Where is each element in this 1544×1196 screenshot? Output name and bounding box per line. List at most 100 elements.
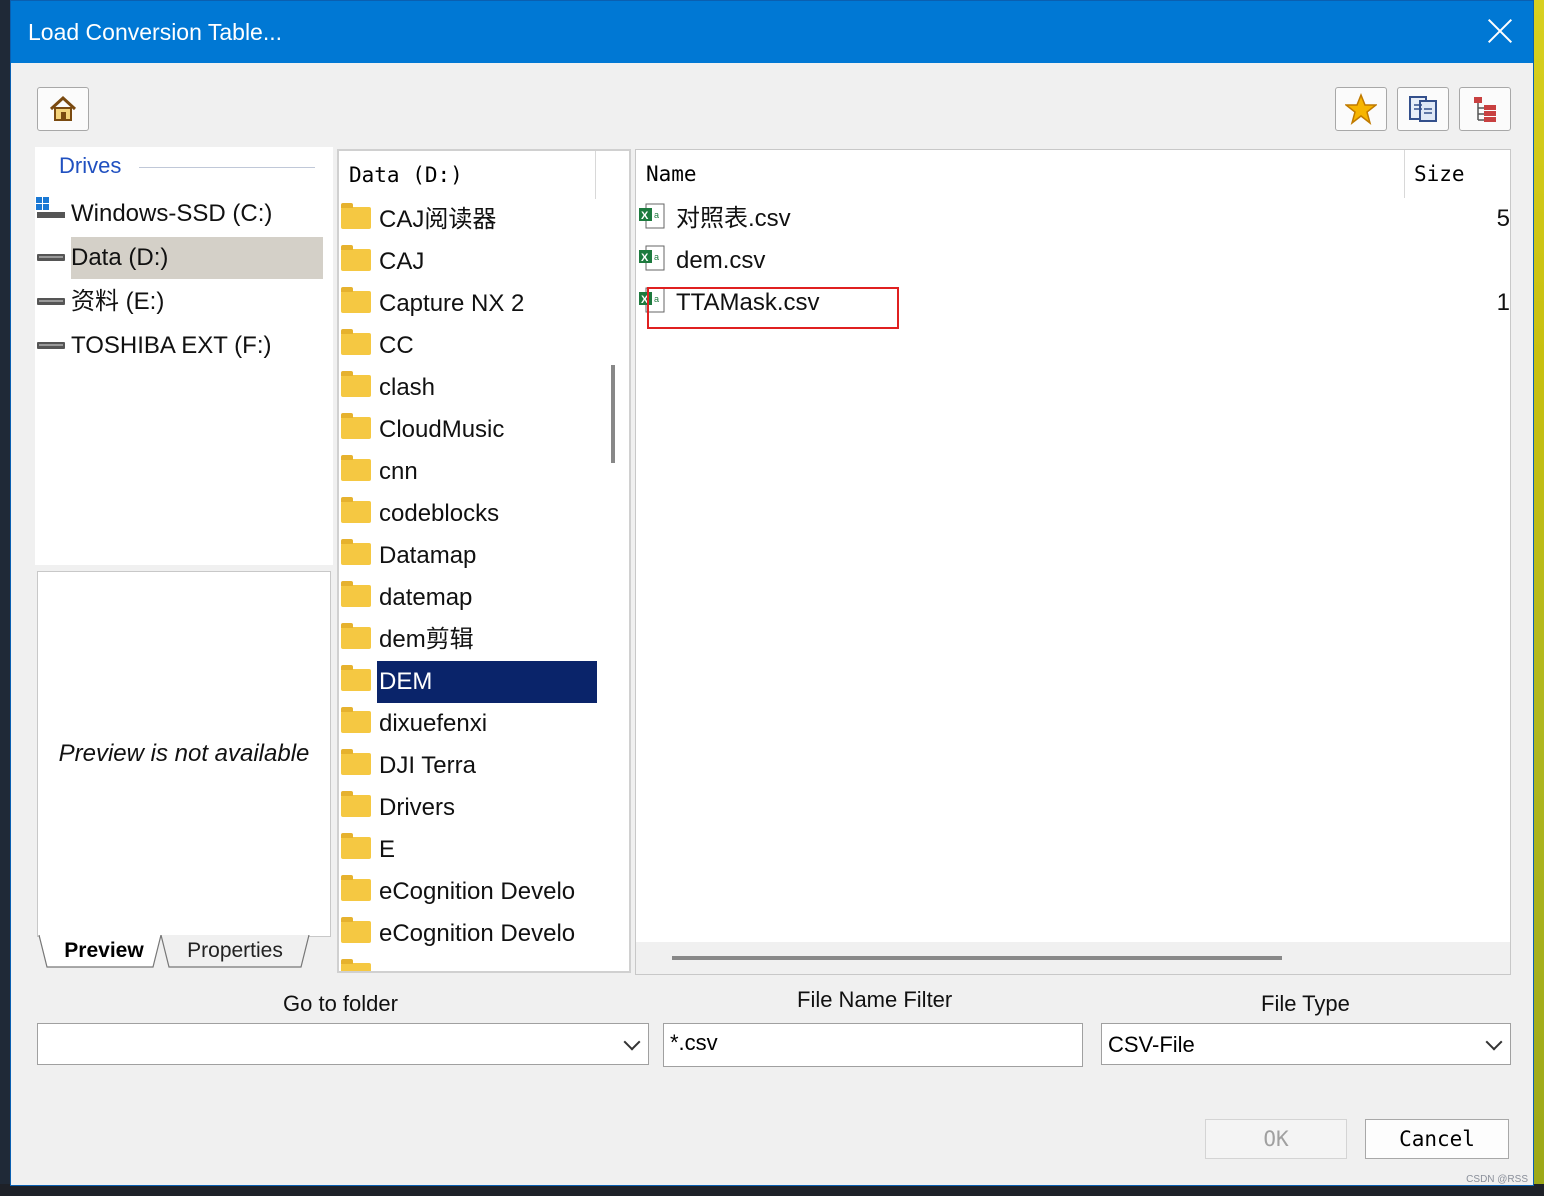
folder-icon [341,371,371,397]
folder-icon [341,959,371,971]
go-to-folder-combo[interactable] [37,1023,649,1065]
file-size: 5 [1496,205,1510,232]
folder-icon [341,413,371,439]
folder-item[interactable]: dixuefenxi [339,703,597,745]
tab-preview[interactable]: Preview [45,935,163,969]
folder-item[interactable]: dem剪辑 [339,619,597,661]
column-name[interactable]: Name [646,162,697,186]
file-name-filter-value: *.csv [670,1030,718,1055]
folder-label: datemap [379,584,473,611]
file-name-filter-label: File Name Filter [797,987,953,1012]
preview-area: Preview is not available [37,571,331,937]
folder-item[interactable]: eCognition Develo [339,871,597,913]
folder-icon [341,833,371,859]
folder-icon [341,707,371,733]
folder-item[interactable]: Capture NX 2 [339,283,597,325]
folder-item[interactable]: datemap [339,577,597,619]
files-panel: Name Size X a 对照表.csv 5 X a dem.csv X a … [635,149,1511,975]
file-item[interactable]: X a 对照表.csv 5 [636,198,1510,240]
drives-header: Drives [59,153,122,178]
folder-item[interactable]: DJI Terra [339,745,597,787]
star-icon [1345,93,1377,125]
ok-button[interactable]: OK [1205,1119,1347,1159]
folder-label: eCognition Develo [379,878,576,905]
drive-label: TOSHIBA EXT (F:) [71,332,272,359]
folder-icon [341,665,371,691]
drive-label: 资料 (E:) [71,288,165,315]
folder-item[interactable]: CC [339,325,597,367]
folders-panel: Data (D:) CAJ阅读器 CAJ Capture NX 2 CC cla… [337,149,631,973]
drive-icon [37,254,65,261]
folder-icon [341,287,371,313]
file-item[interactable]: X a dem.csv [636,240,1510,282]
windows-drive-icon [36,197,65,218]
folder-icon [341,539,371,565]
preview-panel: Preview is not available Preview Propert… [35,569,333,969]
folder-item[interactable]: Datamap [339,535,597,577]
drive-item-d[interactable]: Data (D:) [35,237,333,279]
folder-item[interactable]: clash [339,367,597,409]
go-to-folder-label: Go to folder [283,991,398,1016]
folder-icon [341,791,371,817]
folder-icon [341,749,371,775]
file-name: 对照表.csv [676,205,791,232]
favorites-button[interactable] [1335,87,1387,131]
folder-item-selected[interactable]: DEM [339,661,597,703]
folder-icon [341,581,371,607]
folder-item[interactable]: CloudMusic [339,409,597,451]
svg-text:a: a [654,252,659,262]
svg-text:X: X [641,210,649,222]
folder-icon [341,329,371,355]
home-button[interactable] [37,87,89,131]
drive-item-e[interactable]: 资料 (E:) [35,281,333,323]
column-size[interactable]: Size [1414,162,1465,186]
folder-item[interactable]: eCognition Develo [339,913,597,955]
tree-view-button[interactable] [1459,87,1511,131]
folder-icon [341,497,371,523]
watermark: CSDN @RSS [1466,1174,1528,1185]
file-type-value: CSV-File [1108,1032,1195,1057]
sync-button[interactable] [1397,87,1449,131]
folder-label: CloudMusic [379,416,505,443]
folder-label: Datamap [379,542,477,569]
drive-label: Windows-SSD (C:) [71,200,273,227]
folder-item[interactable]: Drivers [339,787,597,829]
folder-item[interactable]: codeblocks [339,493,597,535]
folder-item[interactable]: E [339,829,597,871]
folder-item-partial[interactable] [339,955,597,971]
folders-header: Data (D:) [349,163,463,187]
folder-label: CAJ [379,248,425,275]
folder-item[interactable]: CAJ阅读器 [339,199,597,241]
folder-icon [341,875,371,901]
cancel-button[interactable]: Cancel [1365,1119,1509,1159]
file-name-filter-input[interactable]: *.csv [663,1023,1083,1067]
folder-label: codeblocks [379,500,500,527]
folder-label: DEM [377,661,597,703]
drive-icon [37,342,65,349]
load-conversion-dialog: Load Conversion Table... Drives Windows-… [10,0,1534,1186]
close-icon[interactable] [1485,15,1515,45]
folders-scrollbar[interactable] [611,365,615,463]
drives-divider [139,167,315,168]
folder-item[interactable]: CAJ [339,241,597,283]
drives-panel: Drives Windows-SSD (C:) Data (D:) 资料 (E:… [35,147,333,565]
folder-item[interactable]: cnn [339,451,597,493]
drive-icon [37,298,65,305]
drive-item-f[interactable]: TOSHIBA EXT (F:) [35,325,333,367]
folder-label: CAJ阅读器 [379,206,497,233]
folder-label: Capture NX 2 [379,290,525,317]
file-name: dem.csv [676,247,766,274]
chevron-down-icon[interactable] [623,1033,641,1051]
hscroll-thumb[interactable] [672,956,1282,960]
drive-item-c[interactable]: Windows-SSD (C:) [35,193,333,235]
title-bar: Load Conversion Table... [11,1,1533,63]
tree-view-icon [1474,97,1496,122]
chevron-down-icon[interactable] [1485,1033,1503,1051]
file-type-select[interactable]: CSV-File [1101,1023,1511,1065]
window-title: Load Conversion Table... [28,19,283,45]
tab-properties[interactable]: Properties [165,935,305,969]
folder-icon [341,623,371,649]
files-hscrollbar[interactable] [636,942,1510,974]
folder-label: clash [379,374,436,401]
folder-icon [341,245,371,271]
